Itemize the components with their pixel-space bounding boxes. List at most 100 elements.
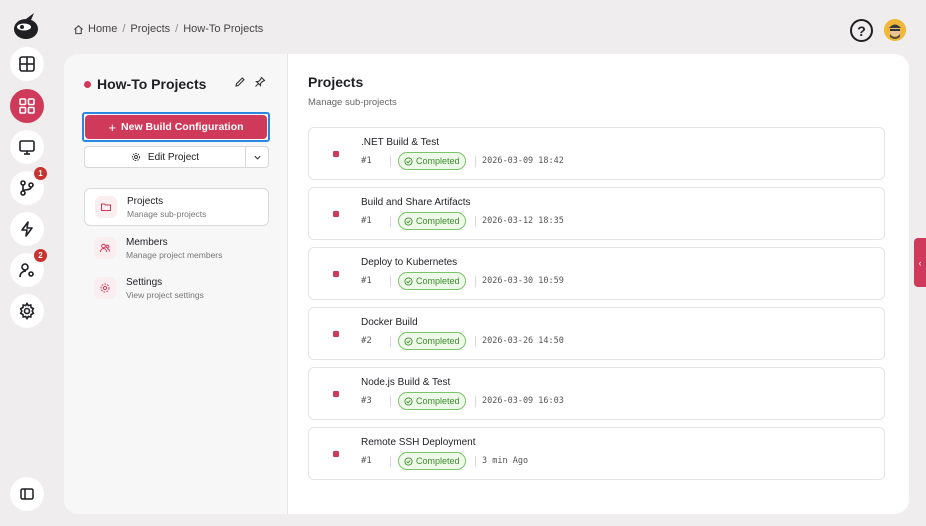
nav-icon-wrap: [95, 196, 117, 218]
status-dot: [333, 271, 339, 277]
nav-text: Projects Manage sub-projects: [127, 195, 206, 220]
nav-icon-wrap: [94, 277, 116, 299]
nav-item-title: Projects: [127, 195, 164, 207]
list-item[interactable]: Docker Build #2 Completed 2026-03-26 14:…: [308, 307, 885, 360]
expand-panel-tab[interactable]: ‹: [914, 238, 926, 287]
nav-text: Members Manage project members: [126, 236, 222, 261]
home-icon[interactable]: [73, 24, 84, 35]
list-item[interactable]: Node.js Build & Test #3 Completed 2026-0…: [308, 367, 885, 420]
nav-text: Settings View project settings: [126, 276, 204, 301]
nav-item-subtitle: Manage project members: [126, 249, 223, 260]
nav-icon-wrap: [94, 237, 116, 259]
nav-item-subtitle: Manage sub-projects: [127, 208, 207, 219]
nav-item-members[interactable]: Members Manage project members: [84, 229, 269, 267]
list-item[interactable]: Build and Share Artifacts #1 Completed 2…: [308, 187, 885, 240]
build-number: #1: [361, 456, 372, 466]
bolt-icon: [21, 221, 33, 237]
build-name: Deploy to Kubernetes: [361, 257, 458, 268]
divider: [475, 216, 476, 227]
status-badge: Completed: [398, 272, 466, 290]
list-item[interactable]: .NET Build & Test #1 Completed 2026-03-0…: [308, 127, 885, 180]
status-dot: [333, 211, 339, 217]
gear-icon: [131, 152, 140, 162]
app-logo-icon[interactable]: [10, 10, 42, 42]
breadcrumb-home[interactable]: Home: [88, 23, 117, 35]
gear-icon: [100, 283, 110, 293]
status-label: Completed: [416, 456, 460, 466]
notification-badge: 2: [34, 249, 47, 262]
rail-settings-button[interactable]: [10, 294, 44, 328]
breadcrumb-separator: /: [122, 23, 126, 35]
divider: [475, 336, 476, 347]
dashboard-icon: [19, 56, 35, 72]
breadcrumb-projects[interactable]: Projects: [130, 23, 170, 35]
nav-item-title: Settings: [126, 276, 163, 288]
nav-item-settings[interactable]: Settings View project settings: [84, 269, 269, 307]
build-number: #1: [361, 156, 372, 166]
help-icon[interactable]: ?: [850, 19, 873, 42]
check-circle-icon: [404, 216, 413, 226]
build-name: .NET Build & Test: [361, 137, 439, 148]
edit-project-button[interactable]: Edit Project: [85, 147, 246, 167]
build-name: Build and Share Artifacts: [361, 197, 471, 208]
edit-project-split-button: Edit Project: [84, 146, 269, 168]
grid-icon: [19, 98, 35, 114]
new-build-button-body: + New Build Configuration: [85, 115, 267, 139]
divider: [475, 396, 476, 407]
avatar[interactable]: [884, 19, 906, 41]
plus-icon: +: [108, 119, 117, 135]
content-title: Projects: [308, 74, 364, 90]
check-circle-icon: [404, 156, 413, 166]
chevron-down-icon: [253, 155, 261, 160]
status-badge: Completed: [398, 392, 466, 410]
status-dot: [333, 331, 339, 337]
build-timestamp: 2026-03-09 18:42: [482, 156, 564, 166]
content-subtitle: Manage sub-projects: [308, 97, 397, 108]
list-item[interactable]: Deploy to Kubernetes #1 Completed 2026-0…: [308, 247, 885, 300]
rail-git-button[interactable]: 1: [10, 167, 47, 205]
breadcrumb-current: How-To Projects: [183, 23, 264, 35]
divider: [475, 156, 476, 167]
divider: [390, 456, 391, 467]
edit-project-dropdown[interactable]: [246, 147, 268, 167]
status-label: Completed: [416, 396, 460, 406]
git-branch-icon: [20, 180, 34, 196]
rail-dashboard-button[interactable]: [10, 47, 44, 81]
sidebar-toggle-button[interactable]: [10, 477, 44, 511]
users-icon: [100, 243, 110, 253]
rail-user-settings-button[interactable]: 2: [10, 249, 47, 287]
status-label: Completed: [416, 276, 460, 286]
new-build-label: New Build Configuration: [121, 121, 244, 133]
sidebar-toggle-icon: [20, 488, 34, 500]
project-title: How-To Projects: [97, 76, 207, 92]
rail-projects-button[interactable]: [10, 89, 44, 123]
build-timestamp: 3 min Ago: [482, 456, 529, 466]
main-card: How-To Projects + New Build Configuratio…: [64, 54, 909, 514]
monitor-icon: [19, 140, 35, 155]
project-color-dot: [84, 81, 91, 88]
new-build-configuration-button[interactable]: + New Build Configuration: [82, 112, 270, 142]
build-number: #3: [361, 396, 372, 406]
status-label: Completed: [416, 336, 460, 346]
status-label: Completed: [416, 156, 460, 166]
build-timestamp: 2026-03-12 18:35: [482, 216, 564, 226]
edit-project-label: Edit Project: [147, 151, 200, 163]
build-number: #1: [361, 276, 372, 286]
gear-icon: [19, 302, 35, 320]
pencil-icon[interactable]: [234, 76, 246, 88]
divider: [390, 216, 391, 227]
pin-icon[interactable]: [254, 76, 266, 88]
breadcrumb: Home / Projects / How-To Projects: [73, 23, 263, 35]
build-timestamp: 2026-03-26 14:50: [482, 336, 564, 346]
build-name: Node.js Build & Test: [361, 377, 451, 388]
build-number: #1: [361, 216, 372, 226]
rail-bolt-button[interactable]: [10, 212, 44, 246]
chevron-left-icon: ‹: [918, 257, 922, 268]
nav-item-projects[interactable]: Projects Manage sub-projects: [84, 188, 269, 226]
divider: [390, 156, 391, 167]
notification-badge: 1: [34, 167, 47, 180]
rail-monitor-button[interactable]: [10, 130, 44, 164]
check-circle-icon: [404, 276, 413, 286]
divider: [390, 276, 391, 287]
list-item[interactable]: Remote SSH Deployment #1 Completed 3 min…: [308, 427, 885, 480]
